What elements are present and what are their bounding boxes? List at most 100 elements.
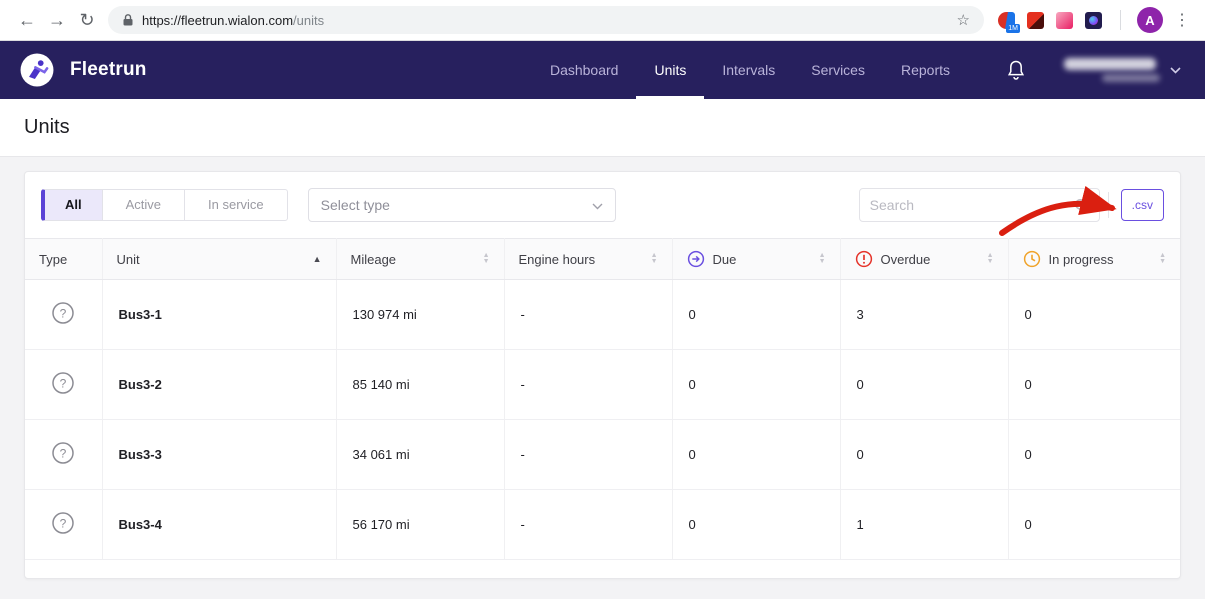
sort-icon: ▲▼ <box>483 253 490 265</box>
lock-icon <box>122 13 134 27</box>
table-header-row: Type Unit ▲ Mileage ▲▼ Engine hours ▲▼ <box>25 239 1180 280</box>
redacted-subtitle <box>1102 74 1160 82</box>
question-icon: ? <box>51 371 75 395</box>
col-due[interactable]: Due ▲▼ <box>672 239 840 280</box>
in-progress-value: 0 <box>1008 280 1180 350</box>
table-row[interactable]: ? Bus3-1 130 974 mi - 0 3 0 <box>25 280 1180 350</box>
extension-icon-4[interactable] <box>1085 12 1102 29</box>
url-path: /units <box>293 13 324 28</box>
col-type-label: Type <box>39 252 67 267</box>
question-icon: ? <box>51 511 75 535</box>
user-menu[interactable] <box>1064 58 1160 82</box>
due-icon <box>687 250 705 268</box>
sort-icon: ▲▼ <box>819 253 826 265</box>
svg-text:?: ? <box>60 377 67 391</box>
search-input[interactable] <box>870 197 1074 213</box>
overdue-icon <box>855 250 873 268</box>
in-progress-value: 0 <box>1008 490 1180 560</box>
bookmark-star-icon[interactable]: ☆ <box>957 11 970 29</box>
divider <box>1108 192 1109 218</box>
col-unit-label: Unit <box>117 252 140 267</box>
tab-all[interactable]: All <box>41 189 103 221</box>
nav-intervals[interactable]: Intervals <box>704 41 793 99</box>
mileage-value: 130 974 mi <box>336 280 504 350</box>
engine-hours-value: - <box>504 350 672 420</box>
overdue-value: 0 <box>840 420 1008 490</box>
address-bar[interactable]: https://fleetrun.wialon.com /units ☆ <box>108 6 984 34</box>
table-row[interactable]: ? Bus3-2 85 140 mi - 0 0 0 <box>25 350 1180 420</box>
overdue-value: 3 <box>840 280 1008 350</box>
extension-icon-1[interactable]: 1M <box>998 12 1015 29</box>
card-toolbar: All Active In service Select type <box>25 172 1180 238</box>
app-header: Fleetrun Dashboard Units Intervals Servi… <box>0 41 1205 99</box>
extension-badge: 1M <box>1006 24 1020 33</box>
mileage-value: 85 140 mi <box>336 350 504 420</box>
filter-tabs: All Active In service <box>41 189 288 221</box>
content-area: All Active In service Select type <box>0 157 1205 579</box>
overdue-value: 0 <box>840 350 1008 420</box>
col-unit[interactable]: Unit ▲ <box>102 239 336 280</box>
sort-icon: ▲▼ <box>1159 253 1166 265</box>
units-card: All Active In service Select type <box>24 171 1181 579</box>
in-progress-value: 0 <box>1008 420 1180 490</box>
extension-icon-2[interactable] <box>1027 12 1044 29</box>
chevron-down-icon[interactable] <box>1170 67 1181 74</box>
col-mileage[interactable]: Mileage ▲▼ <box>336 239 504 280</box>
question-icon: ? <box>51 301 75 325</box>
in-progress-icon <box>1023 250 1041 268</box>
csv-export-button[interactable]: .csv <box>1121 189 1164 221</box>
col-engine-hours-label: Engine hours <box>519 252 596 267</box>
engine-hours-value: - <box>504 280 672 350</box>
svg-text:?: ? <box>60 307 67 321</box>
overdue-value: 1 <box>840 490 1008 560</box>
engine-hours-value: - <box>504 490 672 560</box>
forward-icon[interactable]: → <box>42 10 72 31</box>
table-row[interactable]: ? Bus3-4 56 170 mi - 0 1 0 <box>25 490 1180 560</box>
sort-icon: ▲▼ <box>651 253 658 265</box>
brand-name: Fleetrun <box>70 59 147 81</box>
col-due-label: Due <box>713 252 737 267</box>
page-title: Units <box>24 116 70 139</box>
sort-icon: ▲▼ <box>987 253 994 265</box>
url-host: https://fleetrun.wialon.com <box>142 13 293 28</box>
due-value: 0 <box>672 280 840 350</box>
col-type[interactable]: Type <box>25 239 102 280</box>
engine-hours-value: - <box>504 420 672 490</box>
extension-icon-3[interactable] <box>1056 12 1073 29</box>
tab-active[interactable]: Active <box>102 189 185 221</box>
nav-units[interactable]: Units <box>636 41 704 99</box>
due-value: 0 <box>672 490 840 560</box>
mileage-value: 34 061 mi <box>336 420 504 490</box>
col-engine-hours[interactable]: Engine hours ▲▼ <box>504 239 672 280</box>
type-select-value: Select type <box>321 197 390 213</box>
col-in-progress-label: In progress <box>1049 252 1114 267</box>
nav-reports[interactable]: Reports <box>883 41 968 99</box>
svg-text:?: ? <box>60 447 67 461</box>
table-row[interactable]: ? Bus3-3 34 061 mi - 0 0 0 <box>25 420 1180 490</box>
in-progress-value: 0 <box>1008 350 1180 420</box>
browser-menu-icon[interactable]: ⋮ <box>1171 10 1193 30</box>
due-value: 0 <box>672 420 840 490</box>
back-icon[interactable]: ← <box>12 10 42 31</box>
type-select[interactable]: Select type <box>308 188 616 222</box>
redacted-username <box>1064 58 1156 70</box>
unit-name: Bus3-4 <box>102 490 336 560</box>
unit-name: Bus3-2 <box>102 350 336 420</box>
sort-asc-icon: ▲ <box>313 254 322 264</box>
col-mileage-label: Mileage <box>351 252 397 267</box>
refresh-icon[interactable]: ↻ <box>72 10 102 31</box>
search-box[interactable] <box>859 188 1100 222</box>
col-overdue-label: Overdue <box>881 252 931 267</box>
page: ← → ↻ https://fleetrun.wialon.com /units… <box>0 0 1205 599</box>
svg-text:?: ? <box>60 517 67 531</box>
unit-name: Bus3-1 <box>102 280 336 350</box>
notifications-bell-icon[interactable] <box>1006 59 1026 81</box>
nav-services[interactable]: Services <box>793 41 883 99</box>
col-in-progress[interactable]: In progress ▲▼ <box>1008 239 1180 280</box>
profile-avatar[interactable]: A <box>1137 7 1163 33</box>
browser-toolbar: ← → ↻ https://fleetrun.wialon.com /units… <box>0 0 1205 41</box>
col-overdue[interactable]: Overdue ▲▼ <box>840 239 1008 280</box>
tab-in-service[interactable]: In service <box>184 189 288 221</box>
nav-dashboard[interactable]: Dashboard <box>532 41 637 99</box>
search-icon <box>1074 198 1089 213</box>
